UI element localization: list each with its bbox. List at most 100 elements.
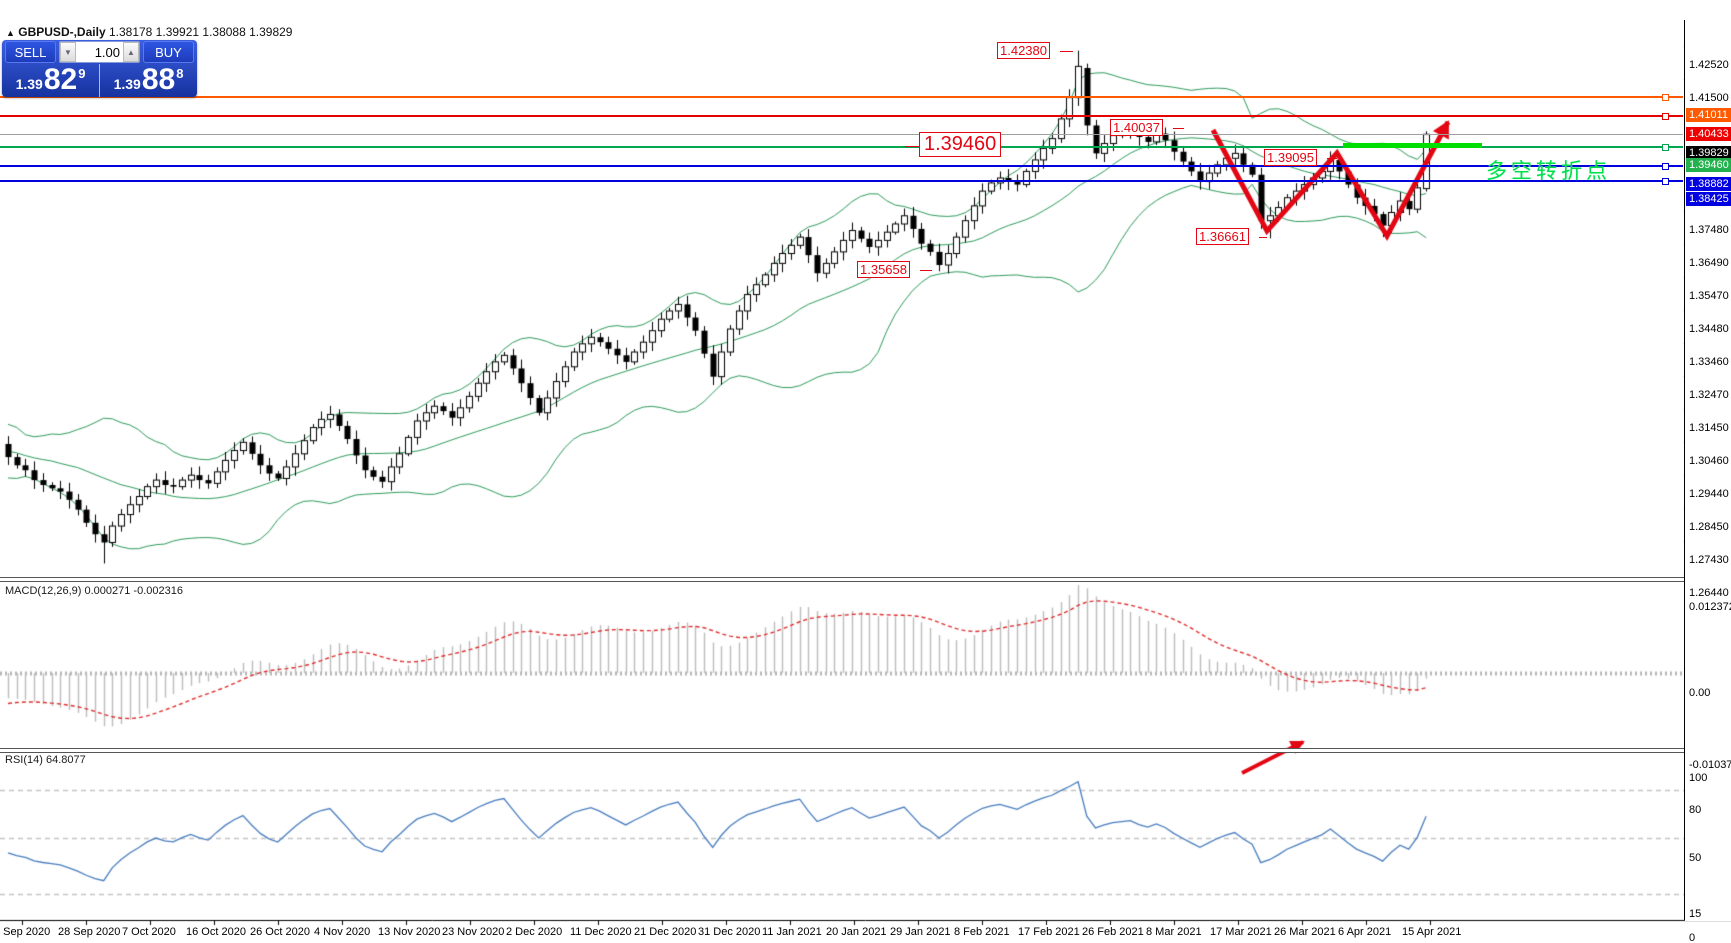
date-axis-label: 7 Oct 2020 — [122, 926, 176, 938]
price-axis-badge: 1.38425 — [1686, 192, 1731, 206]
date-axis-label: 29 Jan 2021 — [890, 926, 951, 938]
date-axis-label: 11 Jan 2021 — [762, 926, 822, 938]
price-axis-tick-label: 1.36490 — [1689, 257, 1729, 269]
price-annotation-label[interactable]: 1.36661 — [1196, 228, 1249, 245]
line-anchor-handle[interactable] — [1662, 94, 1669, 101]
price-axis-tick-label: 1.32470 — [1689, 389, 1729, 401]
volume-input[interactable] — [76, 44, 123, 61]
price-axis-tick-label: 1.37480 — [1689, 224, 1729, 236]
date-axis-label: 21 Dec 2020 — [634, 926, 696, 938]
line-anchor-handle[interactable] — [1662, 178, 1669, 185]
date-axis-label: 26 Feb 2021 — [1082, 926, 1144, 938]
macd-label: MACD(12,26,9) 0.000271 -0.002316 — [5, 585, 183, 597]
date-axis-label: 16 Oct 2020 — [186, 926, 246, 938]
price-axis-tick-label: 1.42520 — [1689, 59, 1729, 71]
thick-green-trendline[interactable] — [1343, 143, 1482, 148]
price-annotation-label[interactable]: 1.40037 — [1110, 119, 1163, 136]
chart-canvas[interactable] — [0, 0, 1731, 943]
price-axis-tick-label: 1.29440 — [1689, 488, 1729, 500]
sell-button[interactable]: SELL — [5, 41, 56, 63]
buy-price[interactable]: 1.39 88 8 — [100, 64, 197, 97]
date-axis-label: 28 Sep 2020 — [58, 926, 120, 938]
horizontal-line-object[interactable] — [0, 96, 1683, 98]
rsi-axis-tick-label: 50 — [1689, 852, 1701, 864]
macd-axis-tick-label: 0.012372 — [1689, 601, 1731, 613]
date-axis-label: 6 Apr 2021 — [1338, 926, 1391, 938]
price-axis-tick-label: 1.35470 — [1689, 290, 1729, 302]
date-axis-label: 23 Nov 2020 — [442, 926, 504, 938]
macd-axis-tick-label: -0.010374 — [1689, 759, 1731, 771]
pane-separator-rsi[interactable] — [0, 748, 1731, 753]
sell-price-big: 82 — [44, 64, 77, 95]
price-axis-badge: 1.41011 — [1686, 108, 1731, 122]
one-click-trading-panel: SELL ▼ ▲ BUY 1.39 82 9 1.39 88 8 — [2, 40, 197, 97]
annotation-connector — [1259, 237, 1267, 238]
date-axis-label: 8 Mar 2021 — [1146, 926, 1202, 938]
buy-price-big: 88 — [142, 64, 175, 95]
price-axis-tick-label: 1.28450 — [1689, 521, 1729, 533]
annotation-connector — [1173, 128, 1184, 129]
date-axis-label: 4 Nov 2020 — [314, 926, 370, 938]
symbol-period-label: GBPUSD-,Daily — [18, 25, 105, 39]
price-axis-tick-label: 1.31450 — [1689, 422, 1729, 434]
price-axis: 1.410111.404331.398291.394601.388821.384… — [1685, 20, 1731, 921]
buy-button[interactable]: BUY — [143, 41, 194, 63]
price-axis-tick-label: 1.26440 — [1689, 587, 1729, 599]
horizontal-line-object[interactable] — [0, 115, 1683, 117]
date-axis-label: 15 Apr 2021 — [1402, 926, 1461, 938]
price-axis-tick-label: 1.41500 — [1689, 92, 1729, 104]
date-axis-label: 31 Dec 2020 — [698, 926, 760, 938]
date-axis-label: 2 Dec 2020 — [506, 926, 562, 938]
buy-price-prefix: 1.39 — [114, 76, 141, 92]
line-anchor-handle[interactable] — [1662, 113, 1669, 120]
price-annotation-label[interactable]: 1.39460 — [919, 132, 1001, 157]
price-annotation-label[interactable]: 1.39095 — [1264, 149, 1317, 166]
date-axis-label: 8 Sep 2020 — [0, 926, 50, 938]
horizontal-line-object[interactable] — [0, 165, 1683, 167]
annotation-connector — [905, 146, 919, 147]
annotation-connector — [1060, 51, 1073, 52]
date-axis-label: 20 Jan 2021 — [826, 926, 887, 938]
horizontal-line-object[interactable] — [0, 180, 1683, 182]
rsi-axis-tick-label: 100 — [1689, 772, 1707, 784]
price-axis-tick-label: 1.33460 — [1689, 356, 1729, 368]
rsi-label: RSI(14) 64.8077 — [5, 754, 86, 766]
symbol-marker-icon: ▲ — [6, 28, 15, 38]
macd-axis-tick-label: 0.00 — [1689, 687, 1710, 699]
annotation-connector — [920, 270, 932, 271]
ohlc-values: 1.38178 1.39921 1.38088 1.39829 — [109, 25, 293, 39]
price-axis-tick-label: 1.30460 — [1689, 455, 1729, 467]
date-axis-label: 8 Feb 2021 — [954, 926, 1010, 938]
volume-increase-button[interactable]: ▲ — [123, 42, 139, 62]
price-axis-badge: 1.38882 — [1686, 177, 1731, 191]
volume-decrease-button[interactable]: ▼ — [60, 42, 76, 62]
sell-price[interactable]: 1.39 82 9 — [2, 64, 100, 97]
mt4-window: ▤◫✚新订单◆▥◉●自动交易⫼⊟∿+−⊞▸⇥✚▾◷▾▦▾↖＋│─╱∥≣AT◇▾ … — [0, 0, 1731, 943]
price-axis-tick-label: 1.34480 — [1689, 323, 1729, 335]
price-annotation-label[interactable]: 1.35658 — [857, 261, 910, 278]
volume-stepper: ▼ ▲ — [59, 41, 140, 63]
line-anchor-handle[interactable] — [1662, 144, 1669, 151]
bid-price-line[interactable] — [0, 134, 1683, 135]
rsi-axis-tick-label: 0 — [1689, 932, 1695, 943]
date-axis-label: 17 Mar 2021 — [1210, 926, 1272, 938]
rsi-axis-tick-label: 80 — [1689, 804, 1701, 816]
sell-price-prefix: 1.39 — [16, 76, 43, 92]
line-anchor-handle[interactable] — [1662, 163, 1669, 170]
date-axis-label: 26 Oct 2020 — [250, 926, 310, 938]
annotation-connector — [1327, 158, 1337, 159]
chinese-annotation[interactable]: 多空转折点 — [1486, 155, 1611, 185]
sell-price-sup: 9 — [78, 66, 85, 81]
price-annotation-label[interactable]: 1.42380 — [997, 42, 1050, 59]
buy-price-sup: 8 — [176, 66, 183, 81]
date-axis-label: 13 Nov 2020 — [378, 926, 440, 938]
price-axis-badge: 1.40433 — [1686, 127, 1731, 141]
pane-separator-macd[interactable] — [0, 577, 1731, 582]
price-axis-badge: 1.39460 — [1686, 158, 1731, 172]
chart-title: ▲ GBPUSD-,Daily 1.38178 1.39921 1.38088 … — [6, 25, 292, 39]
date-axis-label: 11 Dec 2020 — [570, 926, 632, 938]
price-axis-tick-label: 1.27430 — [1689, 554, 1729, 566]
rsi-axis-tick-label: 15 — [1689, 908, 1701, 920]
date-axis-label: 26 Mar 2021 — [1274, 926, 1336, 938]
date-axis-label: 17 Feb 2021 — [1018, 926, 1080, 938]
